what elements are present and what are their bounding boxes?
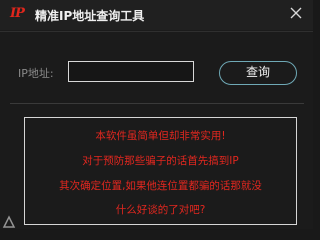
title-bar: IP 精准IP地址查询工具	[0, 0, 313, 30]
message-line: 其次确定位置,如果他连位置都骗的话那就没	[59, 180, 262, 192]
watermark-logo-icon	[2, 215, 16, 228]
message-line: 本软件虽简单但却非常实用!	[95, 130, 226, 142]
result-panel: 本软件虽简单但却非常实用! 对于预防那些骗子的话首先搞到IP 其次确定位置,如果…	[24, 117, 297, 225]
close-icon	[290, 7, 302, 19]
title-divider	[0, 31, 313, 32]
close-button[interactable]	[287, 4, 305, 22]
watermark	[0, 213, 190, 229]
section-divider	[10, 103, 304, 104]
message-line: 对于预防那些骗子的话首先搞到IP	[82, 155, 239, 167]
app-window: IP 精准IP地址查询工具 IP地址: 查询 本软件虽简单但却非常实用! 对于预…	[0, 0, 313, 229]
query-button[interactable]: 查询	[219, 61, 297, 85]
ip-address-input[interactable]	[68, 61, 194, 82]
window-title: 精准IP地址查询工具	[35, 9, 145, 23]
ip-address-label: IP地址:	[18, 67, 54, 80]
app-logo: IP	[10, 6, 25, 21]
